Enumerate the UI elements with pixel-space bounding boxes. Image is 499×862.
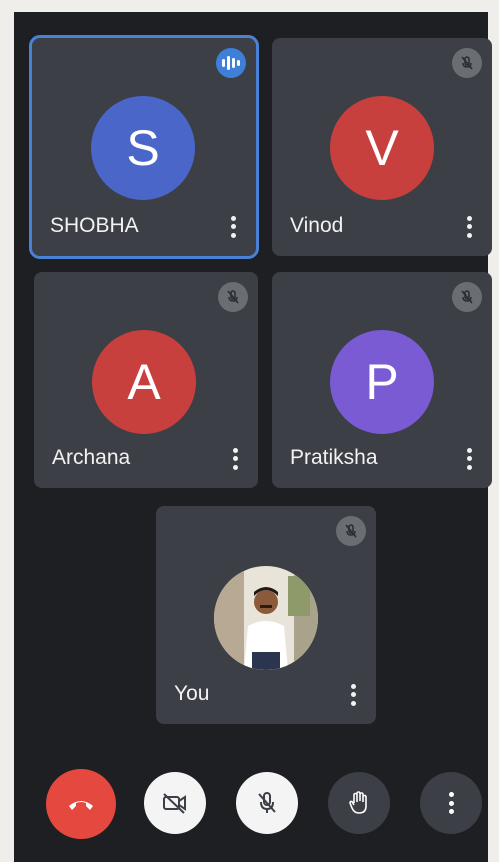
hand-icon: [349, 791, 367, 814]
camera-toggle-button[interactable]: [144, 772, 206, 834]
avatar-initial: S: [126, 120, 160, 176]
video-off-icon: [163, 793, 186, 814]
participant-tile-shobha[interactable]: S SHOBHA: [29, 35, 259, 259]
avatar: P: [330, 330, 434, 434]
avatar-initial: A: [127, 354, 161, 410]
raise-hand-button[interactable]: [328, 772, 390, 834]
participant-tile-archana[interactable]: A Archana: [34, 272, 258, 488]
phone-hangup-icon: [69, 801, 93, 810]
end-call-button[interactable]: [46, 769, 116, 839]
avatar: A: [92, 330, 196, 434]
participant-menu-icon[interactable]: [228, 214, 238, 240]
participant-menu-icon[interactable]: [348, 682, 358, 708]
participant-tile-vinod[interactable]: V Vinod: [272, 38, 492, 256]
participant-menu-icon[interactable]: [464, 446, 474, 472]
kebab-icon: [448, 792, 454, 814]
participant-menu-icon[interactable]: [464, 214, 474, 240]
avatar-initial: P: [365, 354, 399, 410]
mic-off-icon: [258, 792, 276, 813]
avatar: V: [330, 96, 434, 200]
participant-name: You: [174, 682, 210, 705]
mic-off-icon: [452, 282, 482, 312]
more-options-button[interactable]: [420, 772, 482, 834]
mic-off-icon: [336, 516, 366, 546]
participant-name: Archana: [52, 446, 131, 469]
speaking-icon: [216, 48, 246, 78]
user-photo: [214, 566, 318, 670]
meeting-screen: S SHOBHA V Vinod A Archana P Pratiksha Y…: [14, 12, 492, 862]
participant-name: SHOBHA: [50, 214, 139, 237]
participant-tile-pratiksha[interactable]: P Pratiksha: [272, 272, 492, 488]
self-tile[interactable]: You: [156, 506, 376, 724]
avatar: S: [91, 96, 195, 200]
mic-off-icon: [452, 48, 482, 78]
participant-name: Pratiksha: [290, 446, 378, 469]
mic-off-icon: [218, 282, 248, 312]
mic-toggle-button[interactable]: [236, 772, 298, 834]
avatar-initial: V: [365, 120, 399, 176]
participant-menu-icon[interactable]: [230, 446, 240, 472]
participant-name: Vinod: [290, 214, 344, 237]
